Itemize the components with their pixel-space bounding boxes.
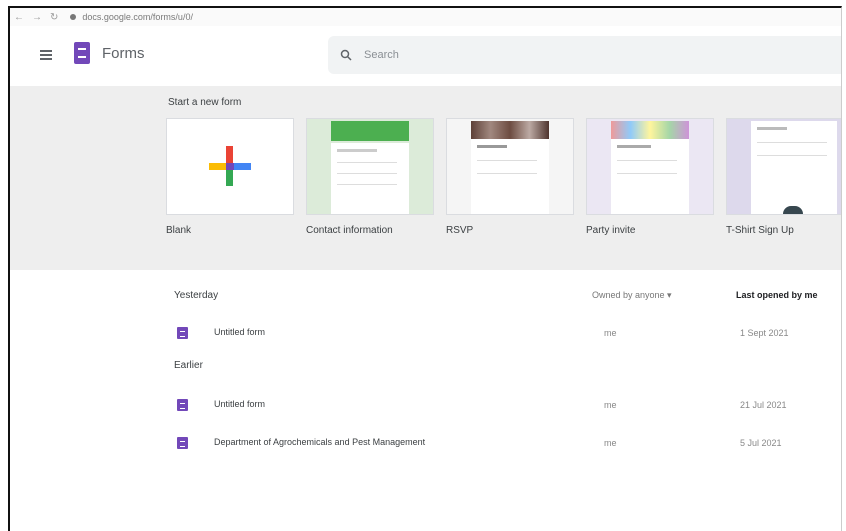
template-tshirt-sign-up[interactable]: T-Shirt Sign Up xyxy=(726,118,841,236)
template-name[interactable]: Blank xyxy=(166,225,294,236)
form-date: 21 Jul 2021 xyxy=(740,400,787,410)
template-preview-form xyxy=(611,139,689,214)
form-title[interactable]: Department of Agrochemicals and Pest Man… xyxy=(214,437,425,447)
group-heading: Earlier xyxy=(160,352,841,382)
template-name[interactable]: Party invite xyxy=(586,225,714,236)
search-placeholder: Search xyxy=(364,49,399,61)
form-file-icon xyxy=(177,399,188,411)
template-contact-information[interactable]: Contact information xyxy=(306,118,434,236)
template-section-label: Start a new form xyxy=(168,97,242,108)
template-banner xyxy=(471,121,549,139)
form-owner: me xyxy=(604,328,617,338)
app-title[interactable]: Forms xyxy=(102,45,145,62)
form-date: 1 Sept 2021 xyxy=(740,328,789,338)
search-icon xyxy=(340,49,352,61)
template-blank[interactable]: Blank xyxy=(166,118,294,236)
template-thumbnail[interactable] xyxy=(166,118,294,215)
lock-icon xyxy=(70,14,77,20)
template-banner xyxy=(611,121,689,139)
template-thumbnail[interactable] xyxy=(726,118,841,215)
search-input[interactable]: Search xyxy=(328,36,841,74)
browser-window: ←→↻ docs.google.com/forms/u/0/ Forms Sea… xyxy=(8,6,842,531)
template-thumbnail[interactable] xyxy=(446,118,574,215)
form-title[interactable]: Untitled form xyxy=(214,399,265,409)
list-header: Yesterday Owned by anyone ▾ Last opened … xyxy=(160,270,841,314)
form-owner: me xyxy=(604,400,617,410)
group-title-earlier: Earlier xyxy=(174,360,203,371)
owner-filter-dropdown[interactable]: Owned by anyone ▾ xyxy=(592,290,672,301)
hamburger-menu-icon[interactable] xyxy=(40,50,52,60)
form-row[interactable]: Department of Agrochemicals and Pest Man… xyxy=(160,424,841,462)
template-name[interactable]: Contact information xyxy=(306,225,434,236)
browser-address-bar[interactable]: ←→↻ docs.google.com/forms/u/0/ xyxy=(10,8,841,26)
form-row[interactable]: Untitled form me 21 Jul 2021 xyxy=(160,386,841,424)
template-preview-form xyxy=(751,121,837,214)
plus-icon-horizontal xyxy=(209,163,251,170)
url-text[interactable]: docs.google.com/forms/u/0/ xyxy=(82,12,193,22)
form-row[interactable]: Untitled form me 1 Sept 2021 xyxy=(160,314,841,352)
browser-nav-icons[interactable]: ←→↻ xyxy=(14,12,66,23)
sort-label[interactable]: Last opened by me xyxy=(736,290,818,300)
template-name[interactable]: RSVP xyxy=(446,225,574,236)
forms-logo-icon[interactable] xyxy=(74,42,90,64)
form-date: 5 Jul 2021 xyxy=(740,438,782,448)
template-banner xyxy=(331,121,409,141)
group-title-yesterday: Yesterday xyxy=(174,290,219,301)
form-file-icon xyxy=(177,437,188,449)
template-preview-form xyxy=(331,143,409,214)
app-header: Forms Search xyxy=(10,26,841,86)
template-gallery: Start a new form Blank Contact informati… xyxy=(10,86,841,270)
template-preview-form xyxy=(471,139,549,214)
template-thumbnail[interactable] xyxy=(586,118,714,215)
template-rsvp[interactable]: RSVP xyxy=(446,118,574,236)
template-thumbnail[interactable] xyxy=(306,118,434,215)
form-owner: me xyxy=(604,438,617,448)
template-party-invite[interactable]: Party invite xyxy=(586,118,714,236)
template-name[interactable]: T-Shirt Sign Up xyxy=(726,225,841,236)
form-file-icon xyxy=(177,327,188,339)
recent-forms-list: Yesterday Owned by anyone ▾ Last opened … xyxy=(160,270,841,462)
form-title[interactable]: Untitled form xyxy=(214,327,265,337)
